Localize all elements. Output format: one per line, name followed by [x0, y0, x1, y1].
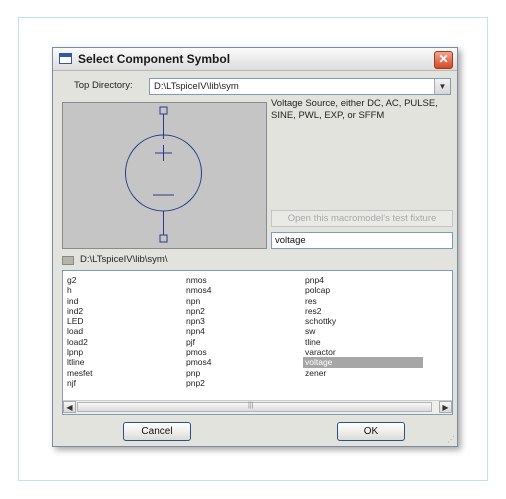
select-component-dialog: Select Component Symbol ✕ Top Directory:…: [52, 47, 458, 447]
list-item[interactable]: pnp2: [184, 378, 304, 388]
list-item[interactable]: res: [303, 296, 423, 306]
list-item[interactable]: lpnp: [65, 347, 185, 357]
list-item[interactable]: load: [65, 326, 185, 336]
list-item[interactable]: LED: [65, 316, 185, 326]
scroll-left-button[interactable]: ◀: [63, 401, 76, 413]
horizontal-scrollbar[interactable]: ◀ ||| ▶: [63, 400, 452, 414]
list-item[interactable]: ind2: [65, 306, 185, 316]
list-item[interactable]: ltline: [65, 357, 185, 367]
list-item[interactable]: sw: [303, 326, 423, 336]
scroll-thumb-grip: |||: [248, 402, 254, 409]
list-item[interactable]: g2: [65, 275, 185, 285]
list-item[interactable]: npn: [184, 296, 304, 306]
list-item[interactable]: res2: [303, 306, 423, 316]
list-column-2: nmos nmos4 npn npn2 npn3 npn4 pjf pmos pmos4 pnp p…: [184, 275, 304, 388]
list-item[interactable]: mesfet: [65, 368, 185, 378]
list-item[interactable]: npn3: [184, 316, 304, 326]
component-name-field[interactable]: voltage: [271, 232, 453, 249]
cancel-button[interactable]: Cancel: [123, 422, 191, 441]
list-item[interactable]: h: [65, 285, 185, 295]
symbol-preview: [62, 102, 267, 249]
positive-pin: [159, 106, 168, 115]
list-item[interactable]: tline: [303, 337, 423, 347]
list-item[interactable]: npn4: [184, 326, 304, 336]
close-button[interactable]: ✕: [434, 51, 453, 69]
voltage-source-symbol-icon: [125, 106, 202, 243]
list-item[interactable]: njf: [65, 378, 185, 388]
top-directory-select[interactable]: D:\LTspiceIV\lib\sym ▼: [149, 78, 451, 95]
current-path: D:\LTspiceIV\lib\sym\: [80, 254, 168, 265]
top-directory-label: Top Directory:: [74, 80, 133, 91]
window-icon: [59, 53, 72, 64]
list-item[interactable]: pnp4: [303, 275, 423, 285]
negative-pin: [159, 234, 168, 243]
list-column-1: g2 h ind ind2 LED load load2 lpnp ltline mesfet nj…: [65, 275, 185, 388]
list-item[interactable]: zener: [303, 368, 423, 378]
title-bar[interactable]: Select Component Symbol ✕: [53, 48, 457, 71]
scroll-thumb[interactable]: |||: [77, 402, 432, 412]
scroll-right-button[interactable]: ▶: [439, 401, 452, 413]
list-item[interactable]: pmos: [184, 347, 304, 357]
list-item[interactable]: polcap: [303, 285, 423, 295]
list-item[interactable]: pmos4: [184, 357, 304, 367]
folder-icon: [62, 256, 74, 265]
list-item[interactable]: nmos4: [184, 285, 304, 295]
symbol-description: Voltage Source, either DC, AC, PULSE, SI…: [271, 98, 438, 121]
list-item[interactable]: pjf: [184, 337, 304, 347]
list-item[interactable]: varactor: [303, 347, 423, 357]
list-item[interactable]: nmos: [184, 275, 304, 285]
list-item[interactable]: pnp: [184, 368, 304, 378]
component-name-value: voltage: [275, 235, 306, 246]
list-item[interactable]: load2: [65, 337, 185, 347]
list-item[interactable]: voltage: [303, 357, 423, 368]
open-test-fixture-button[interactable]: Open this macromodel's test fixture: [271, 210, 453, 227]
list-item[interactable]: schottky: [303, 316, 423, 326]
list-column-3: pnp4 polcap res res2 schottky sw tline varactor…: [303, 275, 423, 378]
top-directory-value: D:\LTspiceIV\lib\sym: [154, 81, 239, 92]
list-item[interactable]: npn2: [184, 306, 304, 316]
ok-button[interactable]: OK: [337, 422, 405, 441]
resize-grip-icon[interactable]: ⋰: [447, 435, 455, 444]
component-list[interactable]: g2 h ind ind2 LED load load2 lpnp ltline mesfet nj…: [62, 270, 453, 415]
dialog-title: Select Component Symbol: [78, 52, 231, 66]
chevron-down-icon[interactable]: ▼: [434, 79, 450, 94]
list-item[interactable]: ind: [65, 296, 185, 306]
